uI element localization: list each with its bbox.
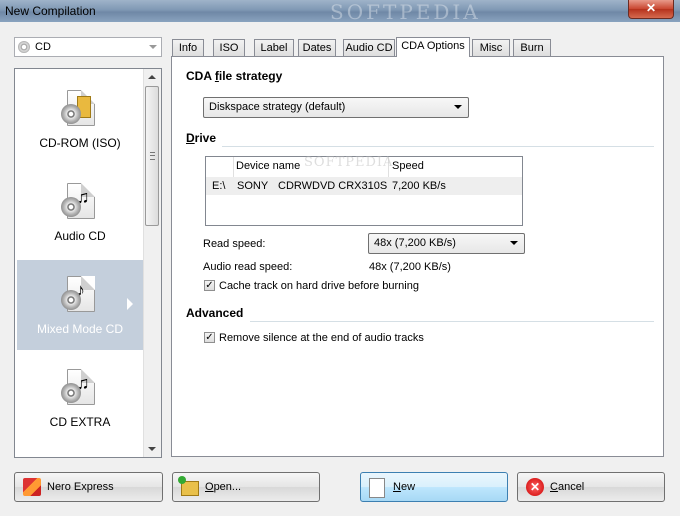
new-compilation-window: New Compilation SOFTPEDIA ✕ CD CD-ROM (I…: [0, 0, 680, 516]
cancel-button[interactable]: ✕ Cancel: [517, 472, 665, 502]
table-row[interactable]: E:\ SONY CDRWDVD CRX310S 7,200 KB/s: [206, 177, 522, 195]
list-item-label: Mixed Mode CD: [36, 322, 124, 336]
softpedia-watermark: SOFTPEDIA: [304, 155, 394, 170]
cache-track-label[interactable]: Cache track on hard drive before burning: [219, 280, 419, 292]
open-folder-icon: [178, 476, 199, 496]
new-document-icon: [369, 478, 385, 498]
tab-iso[interactable]: ISO: [213, 39, 245, 56]
tab-info[interactable]: Info: [172, 39, 204, 56]
cda-strategy-value: Diskspace strategy (default): [209, 101, 346, 113]
cancel-label: Cancel: [550, 481, 585, 493]
read-speed-label: Read speed:: [203, 238, 266, 250]
disc-type-combo[interactable]: CD: [14, 37, 162, 57]
disc-icon: [61, 383, 81, 403]
scroll-down-icon[interactable]: [148, 447, 156, 451]
remove-silence-checkbox[interactable]: ✓: [204, 332, 215, 343]
nero-express-button[interactable]: Nero Express: [14, 472, 163, 502]
open-button[interactable]: Open...: [172, 472, 320, 502]
tab-burn[interactable]: Burn: [513, 39, 551, 56]
audio-read-speed-label: Audio read speed:: [203, 261, 293, 273]
remove-silence-label[interactable]: Remove silence at the end of audio track…: [219, 332, 424, 344]
tab-misc[interactable]: Misc: [472, 39, 510, 56]
list-item-cd-rom-iso[interactable]: CD-ROM (ISO): [17, 74, 143, 164]
chevron-down-icon[interactable]: [149, 45, 157, 49]
cd-icon: [18, 41, 30, 53]
dialog-client-area: CD CD-ROM (ISO) ♫ Audio CD ♪ Mixed Mode …: [4, 26, 676, 512]
disc-type-value: CD: [35, 41, 51, 53]
tab-label[interactable]: Label: [254, 39, 294, 56]
scroll-up-icon[interactable]: [148, 75, 156, 79]
drive-heading: Drive: [186, 131, 217, 145]
advanced-divider: [250, 321, 654, 322]
cda-file-strategy-heading: CDA file strategy: [186, 69, 283, 83]
drive-letter: E:\: [212, 180, 226, 192]
tab-dates[interactable]: Dates: [298, 39, 336, 56]
audio-read-speed-value: 48x (7,200 KB/s): [369, 261, 451, 273]
title-bar[interactable]: New Compilation SOFTPEDIA ✕: [0, 0, 680, 24]
chevron-down-icon[interactable]: [454, 105, 462, 109]
new-label: New: [393, 481, 416, 493]
chevron-right-icon: [127, 298, 133, 310]
drive-divider: [222, 146, 654, 147]
list-item-cd-extra[interactable]: ♫ CD EXTRA: [17, 353, 143, 443]
drive-list[interactable]: Device name Speed SOFTPEDIA E:\ SONY CDR…: [205, 155, 523, 226]
read-speed-value: 48x (7,200 KB/s): [374, 237, 456, 249]
nero-express-icon: [23, 478, 41, 496]
column-header-device-name[interactable]: Device name: [236, 160, 300, 172]
drive-speed: 7,200 KB/s: [392, 180, 446, 192]
scroll-thumb[interactable]: [145, 86, 159, 226]
drive-model: CDRWDVD CRX310S: [278, 180, 388, 192]
nero-express-label: Nero Express: [47, 481, 114, 493]
compilation-type-list: CD-ROM (ISO) ♫ Audio CD ♪ Mixed Mode CD …: [14, 68, 162, 458]
drive-list-header: Device name Speed SOFTPEDIA: [206, 155, 522, 178]
list-item-label: Audio CD: [54, 229, 106, 243]
window-title: New Compilation: [5, 4, 96, 18]
chevron-down-icon[interactable]: [510, 241, 518, 245]
list-scrollbar[interactable]: [143, 69, 161, 457]
open-label: Open...: [205, 481, 242, 493]
cache-track-checkbox[interactable]: ✓: [204, 280, 215, 291]
list-item-label: CD EXTRA: [49, 415, 111, 429]
cda-options-panel: CDA file strategy Diskspace strategy (de…: [171, 56, 664, 457]
disc-icon: [61, 104, 81, 124]
cancel-icon: ✕: [526, 478, 544, 496]
disc-icon: [61, 197, 81, 217]
window-close-button[interactable]: ✕: [628, 0, 674, 19]
tab-cda-options[interactable]: CDA Options: [396, 37, 470, 57]
cda-strategy-dropdown[interactable]: Diskspace strategy (default): [203, 97, 469, 118]
tab-audio-cd[interactable]: Audio CD: [343, 39, 395, 56]
new-button[interactable]: New: [360, 472, 508, 502]
list-item-audio-cd[interactable]: ♫ Audio CD: [17, 167, 143, 257]
list-item-label: CD-ROM (ISO): [39, 136, 121, 150]
read-speed-dropdown[interactable]: 48x (7,200 KB/s): [368, 233, 525, 254]
column-header-speed[interactable]: Speed: [392, 160, 424, 172]
grip-icon: [150, 152, 155, 160]
column-separator[interactable]: [233, 157, 234, 177]
softpedia-watermark: SOFTPEDIA: [330, 0, 481, 24]
drive-vendor: SONY: [237, 180, 269, 192]
advanced-heading: Advanced: [186, 306, 244, 320]
disc-icon: [61, 290, 81, 310]
list-item-mixed-mode-cd[interactable]: ♪ Mixed Mode CD: [17, 260, 143, 350]
